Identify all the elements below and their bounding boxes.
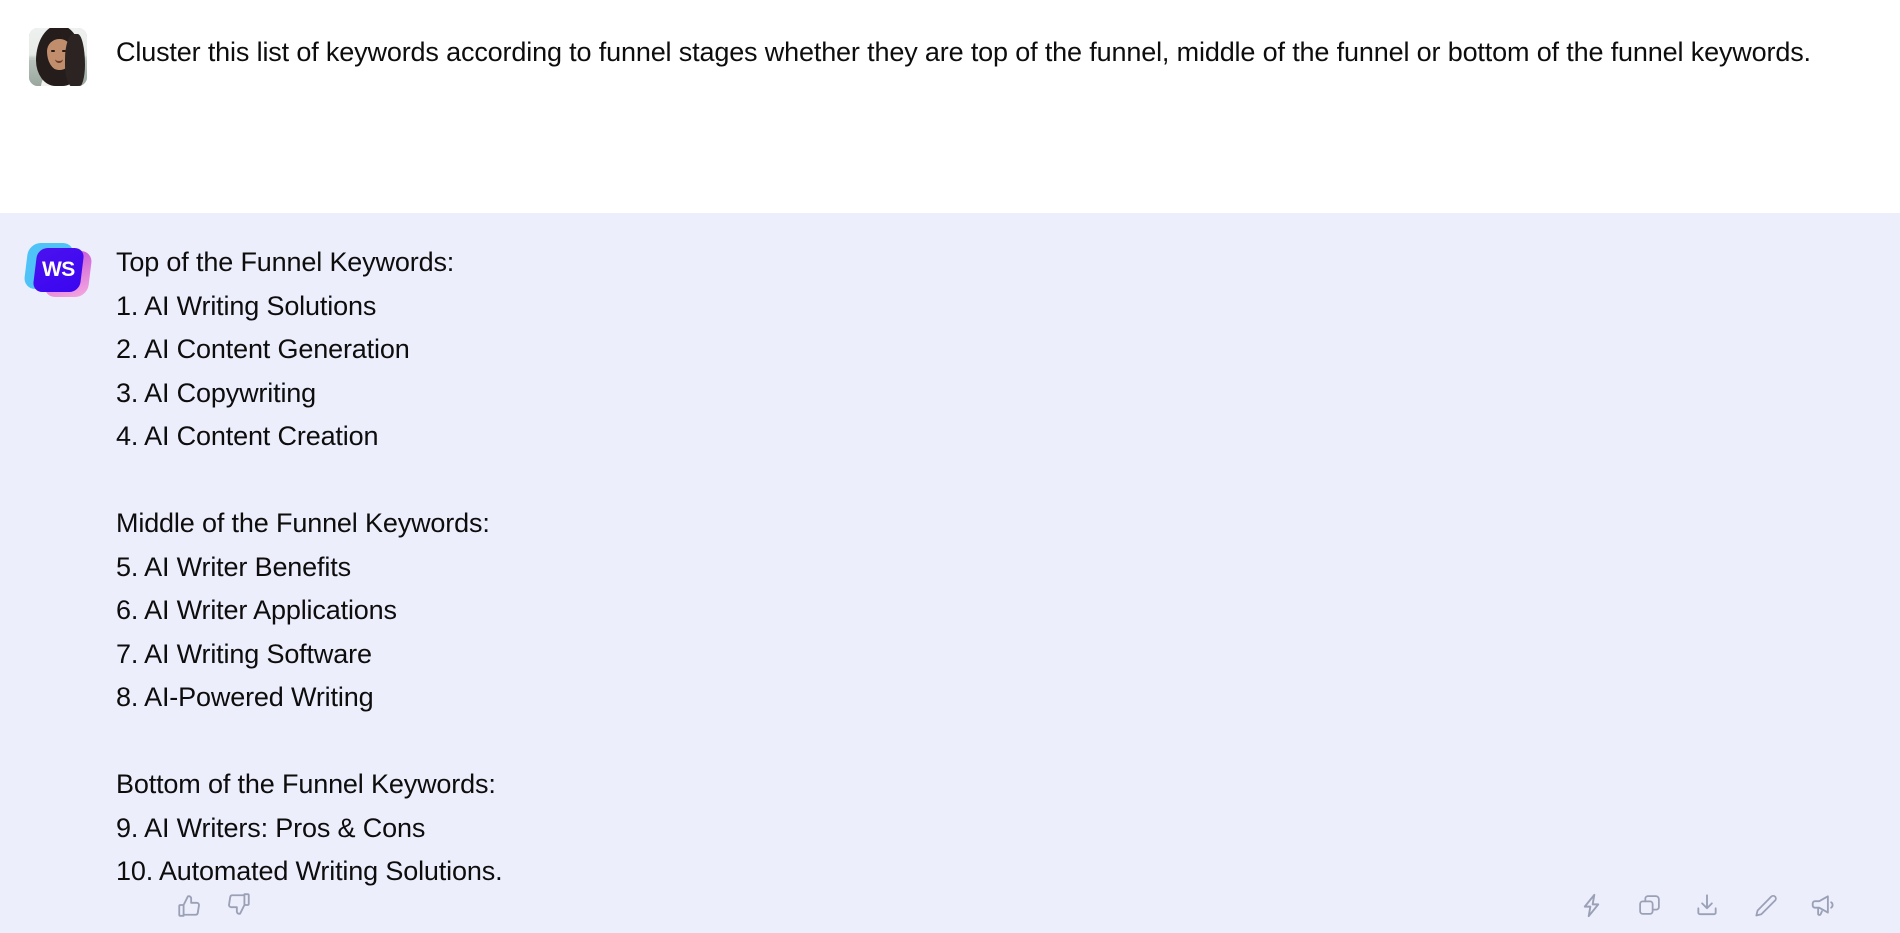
copy-icon — [1637, 893, 1662, 918]
logo-layer-blue: WS — [32, 248, 85, 292]
section-heading-middle-of-funnel: Middle of the Funnel Keywords: — [116, 508, 490, 538]
assistant-message-turn: WS Top of the Funnel Keywords: 1. AI Wri… — [0, 213, 1900, 933]
announce-button[interactable] — [1806, 888, 1840, 922]
download-button[interactable] — [1690, 888, 1724, 922]
logo-wordmark: WS — [42, 258, 75, 281]
keyword-item: 3. AI Copywriting — [116, 377, 317, 408]
user-message-body: Cluster this list of keywords according … — [116, 24, 1861, 74]
keyword-item: 9. AI Writers: Pros & Cons — [116, 812, 426, 843]
user-avatar-container — [0, 24, 116, 86]
copy-button[interactable] — [1632, 888, 1666, 922]
download-icon — [1694, 892, 1720, 918]
keyword-item: 2. AI Content Generation — [116, 334, 410, 364]
keyword-item: 7. AI Writing Software — [116, 638, 372, 669]
keyword-item: 1. AI Writing Solutions — [116, 290, 377, 321]
pencil-icon — [1753, 893, 1778, 918]
message-action-bar — [0, 877, 1900, 933]
message-tools — [1574, 888, 1860, 922]
assistant-logo-container: WS — [0, 235, 116, 299]
edit-button[interactable] — [1748, 888, 1782, 922]
thumbs-down-icon — [226, 892, 252, 918]
keyword-item: 5. AI Writer Benefits — [116, 551, 351, 582]
chat-screen: Cluster this list of keywords according … — [0, 0, 1900, 933]
avatar — [29, 28, 87, 86]
megaphone-icon — [1810, 892, 1836, 918]
keyword-item: 4. AI Content Creation — [116, 421, 379, 451]
improve-button[interactable] — [1574, 888, 1608, 922]
keyword-item: 8. AI-Powered Writing — [116, 682, 374, 712]
feedback-actions — [172, 888, 256, 922]
thumbs-down-button[interactable] — [222, 888, 256, 922]
thumbs-up-icon — [176, 892, 202, 918]
lightning-bolt-icon — [1578, 892, 1605, 919]
user-message-text: Cluster this list of keywords according … — [116, 37, 1811, 67]
assistant-message-body: Top of the Funnel Keywords: 1. AI Writin… — [116, 235, 552, 894]
section-heading-top-of-funnel: Top of the Funnel Keywords: — [116, 247, 455, 277]
section-heading-bottom-of-funnel: Bottom of the Funnel Keywords: — [116, 769, 496, 799]
user-message-turn: Cluster this list of keywords according … — [0, 0, 1900, 213]
thumbs-up-button[interactable] — [172, 888, 206, 922]
keyword-item: 6. AI Writer Applications — [116, 595, 397, 625]
writesonic-logo-icon: WS — [23, 241, 93, 299]
